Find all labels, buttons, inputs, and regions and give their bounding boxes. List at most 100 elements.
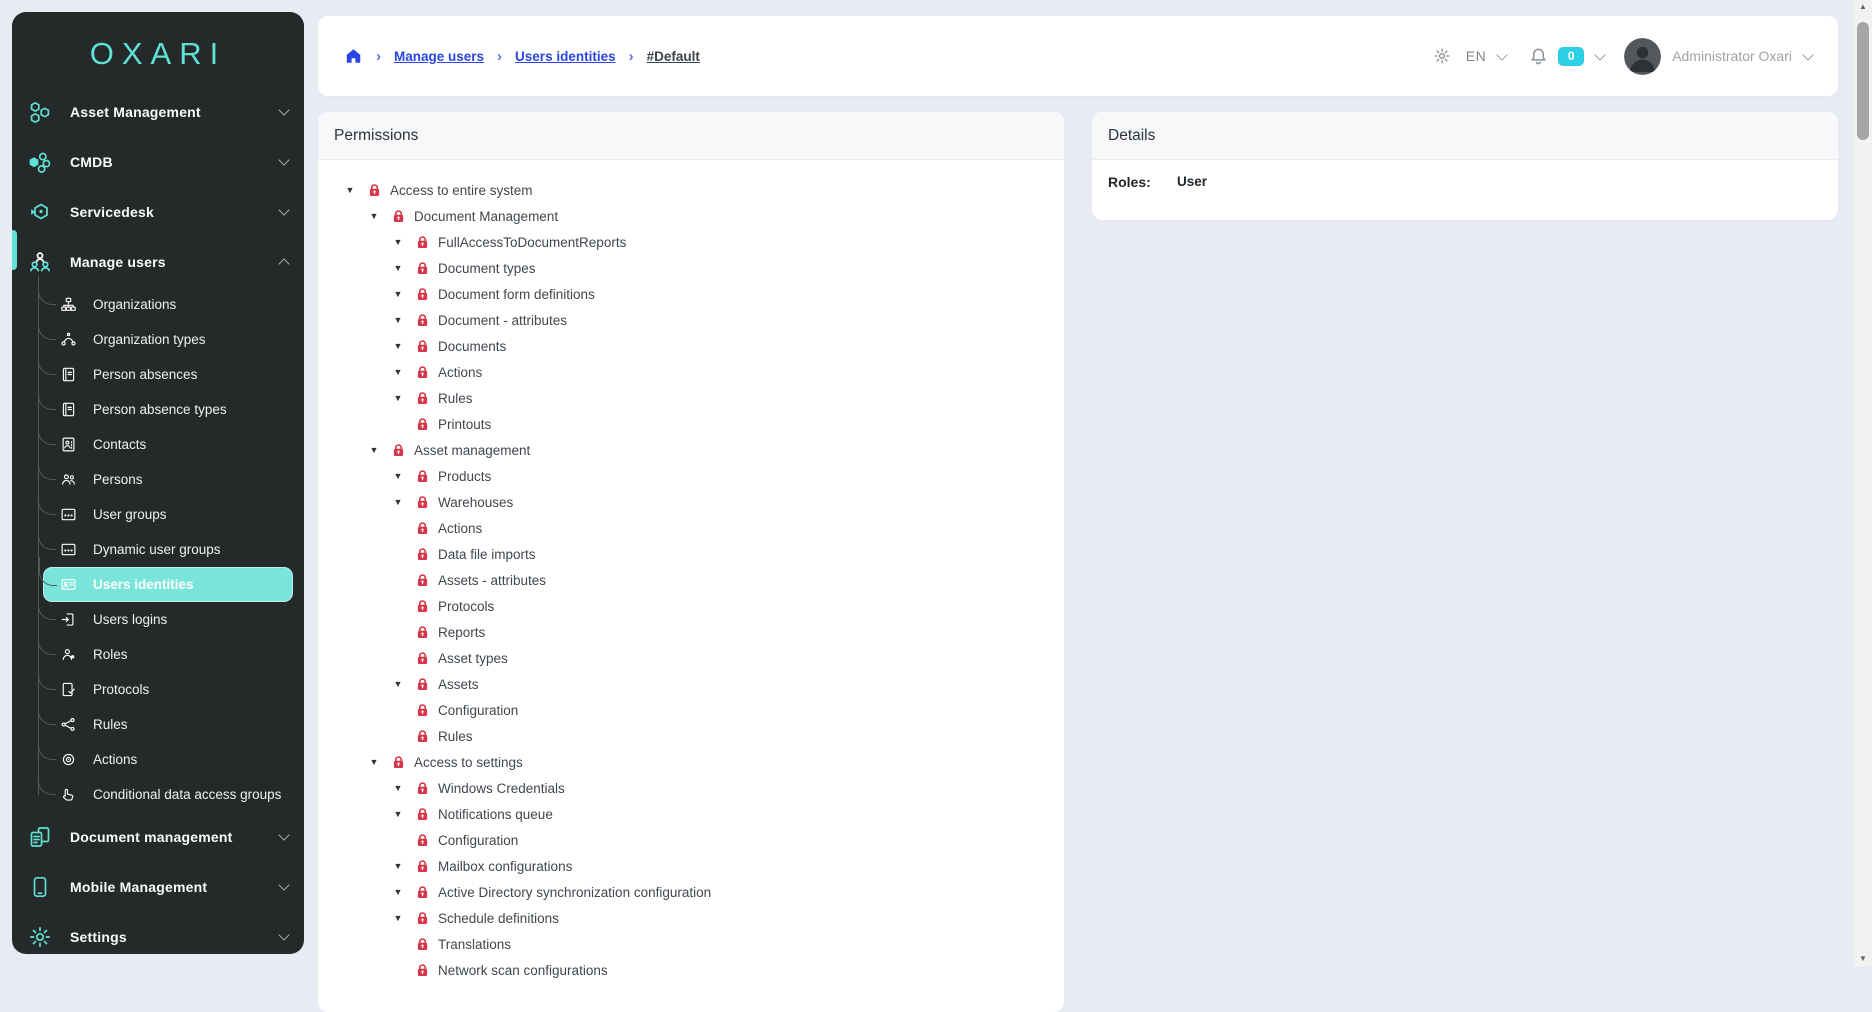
- lock-icon: [415, 234, 430, 250]
- tree-item-label: Access to settings: [414, 755, 523, 770]
- expander-icon[interactable]: ▼: [393, 238, 403, 247]
- sidebar-item-conditional-data-access-groups[interactable]: Conditional data access groups: [12, 777, 304, 812]
- lock-icon: [415, 390, 430, 406]
- expander-icon[interactable]: ▼: [393, 264, 403, 273]
- language-selector[interactable]: EN: [1466, 48, 1506, 64]
- mobile-management-icon: [28, 875, 52, 899]
- tree-item-asset-types[interactable]: ▼Asset types: [318, 645, 1064, 671]
- organization-types-icon: [60, 331, 77, 348]
- expander-icon[interactable]: ▼: [393, 472, 403, 481]
- tree-item-active-directory-synchronization-configuration[interactable]: ▼Active Directory synchronization config…: [318, 879, 1064, 905]
- home-icon[interactable]: [344, 47, 363, 65]
- sidebar-item-mobile-management[interactable]: Mobile Management: [12, 862, 304, 912]
- tree-item-printouts[interactable]: ▼Printouts: [318, 411, 1064, 437]
- expander-icon[interactable]: ▼: [393, 290, 403, 299]
- tree-item-label: Data file imports: [438, 547, 536, 562]
- tree-item-mailbox-configurations[interactable]: ▼ Mailbox configurations: [318, 853, 1064, 879]
- expander-icon[interactable]: ▼: [393, 914, 403, 923]
- breadcrumb-current[interactable]: #Default: [647, 49, 700, 64]
- tree-item-document-attributes[interactable]: ▼Document - attributes: [318, 307, 1064, 333]
- tree-item-label: Actions: [438, 365, 482, 380]
- details-fields: Roles:User: [1092, 160, 1838, 190]
- expander-icon[interactable]: ▼: [393, 888, 403, 897]
- sidebar-item-settings[interactable]: Settings: [12, 912, 304, 962]
- tree-item-actions[interactable]: ▼Actions: [318, 515, 1064, 541]
- details-field-roles: Roles:User: [1092, 160, 1838, 190]
- lock-icon: [415, 676, 430, 692]
- tree-item-schedule-definitions[interactable]: ▼Schedule definitions: [318, 905, 1064, 931]
- tree-item-label: Windows Credentials: [438, 781, 565, 796]
- lock-icon: [415, 624, 430, 640]
- expander-icon[interactable]: ▼: [393, 498, 403, 507]
- tree-item-asset-management[interactable]: ▼Asset management: [318, 437, 1064, 463]
- tree-item-label: Warehouses: [438, 495, 513, 510]
- expander-icon[interactable]: ▼: [393, 342, 403, 351]
- tree-item-configuration[interactable]: ▼Configuration: [318, 827, 1064, 853]
- tree-item-reports[interactable]: ▼Reports: [318, 619, 1064, 645]
- page-scrollbar[interactable]: ▲ ▼: [1854, 0, 1872, 966]
- tree-item-actions[interactable]: ▼ Actions: [318, 359, 1064, 385]
- expander-icon[interactable]: ▼: [369, 446, 379, 455]
- tree-item-network-scan-configurations[interactable]: ▼Network scan configurations: [318, 957, 1064, 983]
- tree-item-fullaccesstodocumentreports[interactable]: ▼FullAccessToDocumentReports: [318, 229, 1064, 255]
- sidebar-item-label: Contacts: [93, 437, 146, 452]
- tree-item-rules[interactable]: ▼Rules: [318, 723, 1064, 749]
- sidebar-item-cmdb[interactable]: CMDB: [12, 137, 304, 187]
- sidebar-item-label: Settings: [70, 929, 127, 945]
- tree-item-rules[interactable]: ▼Rules: [318, 385, 1064, 411]
- tree-item-label: Mailbox configurations: [438, 859, 572, 874]
- expander-icon[interactable]: ▼: [393, 394, 403, 403]
- tree-item-access-to-settings[interactable]: ▼ Access to settings: [318, 749, 1064, 775]
- expander-icon[interactable]: ▼: [393, 680, 403, 689]
- sidebar-item-document-management[interactable]: Document management: [12, 812, 304, 862]
- asset-management-icon: [28, 100, 52, 124]
- tree-item-document-form-definitions[interactable]: ▼Document form definitions: [318, 281, 1064, 307]
- tree-item-data-file-imports[interactable]: ▼Data file imports: [318, 541, 1064, 567]
- lock-icon: [415, 468, 430, 484]
- tree-item-document-types[interactable]: ▼Document types: [318, 255, 1064, 281]
- lock-icon: [415, 936, 430, 952]
- tree-item-assets-attributes[interactable]: ▼Assets - attributes: [318, 567, 1064, 593]
- expander-icon[interactable]: ▼: [393, 862, 403, 871]
- tree-item-protocols[interactable]: ▼Protocols: [318, 593, 1064, 619]
- sidebar-item-asset-management[interactable]: Asset Management: [12, 87, 304, 137]
- tree-item-label: Network scan configurations: [438, 963, 608, 978]
- expander-icon[interactable]: ▼: [369, 212, 379, 221]
- notifications-button[interactable]: 0: [1528, 46, 1604, 67]
- roles-icon: [60, 646, 77, 663]
- tree-item-label: Access to entire system: [390, 183, 533, 198]
- expander-icon[interactable]: ▼: [393, 784, 403, 793]
- tree-item-notifications-queue[interactable]: ▼Notifications queue: [318, 801, 1064, 827]
- expander-icon[interactable]: ▼: [393, 368, 403, 377]
- lock-icon: [415, 832, 430, 848]
- scrollbar-thumb[interactable]: [1857, 22, 1869, 140]
- tree-item-products[interactable]: ▼Products: [318, 463, 1064, 489]
- lock-icon: [415, 598, 430, 614]
- tree-item-windows-credentials[interactable]: ▼ Windows Credentials: [318, 775, 1064, 801]
- tree-item-translations[interactable]: ▼Translations: [318, 931, 1064, 957]
- tree-item-documents[interactable]: ▼Documents: [318, 333, 1064, 359]
- scroll-up-arrow[interactable]: ▲: [1854, 0, 1872, 14]
- user-menu[interactable]: Administrator Oxari: [1624, 38, 1812, 75]
- breadcrumb-link-users-identities[interactable]: Users identities: [515, 49, 616, 64]
- tree-item-document-management[interactable]: ▼Document Management: [318, 203, 1064, 229]
- tree-item-configuration[interactable]: ▼Configuration: [318, 697, 1064, 723]
- gear-icon[interactable]: [1433, 47, 1451, 65]
- chevron-down-icon: [278, 204, 289, 215]
- chevron-down-icon: [1497, 49, 1508, 60]
- lock-icon: [415, 780, 430, 796]
- scroll-down-arrow[interactable]: ▼: [1854, 952, 1872, 966]
- breadcrumb-link-manage-users[interactable]: Manage users: [394, 49, 484, 64]
- expander-icon[interactable]: ▼: [393, 316, 403, 325]
- lock-icon: [415, 650, 430, 666]
- tree-item-access-to-entire-system[interactable]: ▼ Access to entire system: [318, 177, 1064, 203]
- sidebar-item-users-identities[interactable]: Users identities: [43, 567, 293, 602]
- expander-icon[interactable]: ▼: [345, 186, 355, 195]
- sidebar-item-servicedesk[interactable]: Servicedesk: [12, 187, 304, 237]
- lock-icon: [415, 286, 430, 302]
- sidebar-submenu-manage-users: OrganizationsOrganization typesPerson ab…: [12, 287, 304, 812]
- tree-item-warehouses[interactable]: ▼ Warehouses: [318, 489, 1064, 515]
- tree-item-assets[interactable]: ▼Assets: [318, 671, 1064, 697]
- expander-icon[interactable]: ▼: [369, 758, 379, 767]
- expander-icon[interactable]: ▼: [393, 810, 403, 819]
